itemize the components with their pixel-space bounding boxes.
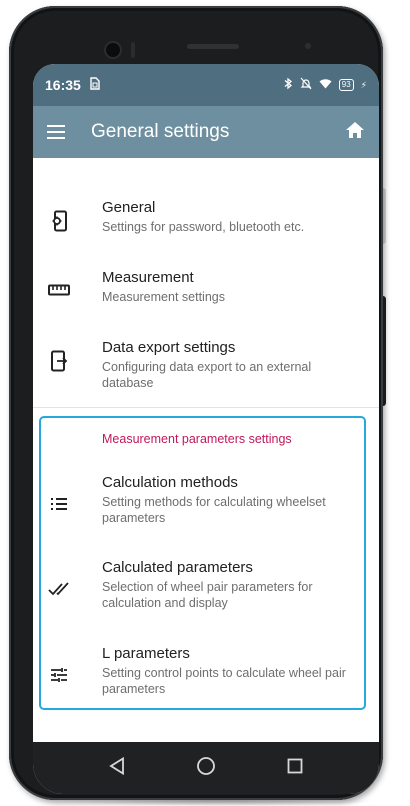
list-item-data-export[interactable]: Data export settings Configuring data ex… — [33, 338, 379, 408]
settings-export-icon — [47, 209, 71, 233]
item-subtitle: Measurement settings — [102, 290, 225, 304]
item-subtitle: Selection of wheel pair parameters for c… — [102, 580, 313, 610]
list-item-general[interactable]: General Settings for password, bluetooth… — [33, 198, 379, 258]
double-check-icon — [47, 577, 71, 601]
phone-export-icon — [47, 349, 71, 373]
list-item-l-parameters[interactable]: L parameters Setting control points to c… — [33, 644, 379, 708]
ruler-icon — [47, 278, 71, 302]
recents-icon[interactable] — [287, 758, 303, 779]
app-bar: General settings — [33, 106, 379, 158]
item-title: Calculated parameters — [102, 559, 253, 576]
page-title: General settings — [91, 121, 230, 142]
item-text: Measurement Measurement settings — [102, 268, 359, 305]
list-item-calculation-methods[interactable]: Calculation methods Setting methods for … — [33, 473, 379, 537]
system-nav-bar — [33, 742, 379, 794]
home-circle-icon[interactable] — [196, 756, 216, 781]
front-camera — [106, 43, 120, 57]
item-text: L parameters Setting control points to c… — [102, 644, 359, 697]
item-subtitle: Settings for password, bluetooth etc. — [102, 220, 305, 234]
item-text: Data export settings Configuring data ex… — [102, 338, 359, 391]
screen: 16:35 93 ⚡ General settings General Sett… — [33, 64, 379, 794]
menu-icon[interactable] — [47, 125, 65, 139]
wifi-icon — [319, 78, 332, 92]
bell-off-icon — [300, 77, 312, 93]
earpiece-speaker — [187, 44, 239, 49]
item-subtitle: Configuring data export to an external d… — [102, 360, 312, 390]
camera-sensor — [131, 42, 135, 58]
list-item-measurement[interactable]: Measurement Measurement settings — [33, 268, 379, 328]
item-text: Calculated parameters Selection of wheel… — [102, 558, 359, 611]
item-subtitle: Setting control points to calculate whee… — [102, 666, 346, 696]
back-icon[interactable] — [108, 756, 125, 780]
list-icon — [47, 492, 71, 516]
status-icons: 93 ⚡ — [284, 77, 367, 93]
item-text: General Settings for password, bluetooth… — [102, 198, 359, 235]
bluetooth-icon — [284, 77, 293, 93]
sim-icon — [89, 77, 100, 93]
home-icon[interactable] — [345, 121, 365, 144]
section-header: Measurement parameters settings — [102, 432, 292, 446]
status-time: 16:35 — [45, 77, 81, 93]
item-title: L parameters — [102, 645, 190, 662]
item-title: Calculation methods — [102, 474, 238, 491]
item-title: Data export settings — [102, 339, 236, 356]
item-title: Measurement — [102, 269, 194, 286]
phone-frame: 16:35 93 ⚡ General settings General Sett… — [9, 6, 383, 800]
item-subtitle: Setting methods for calculating wheelset… — [102, 495, 326, 525]
status-bar: 16:35 93 ⚡ — [33, 64, 379, 106]
item-title: General — [102, 199, 156, 216]
charging-icon: ⚡ — [360, 79, 367, 90]
item-text: Calculation methods Setting methods for … — [102, 473, 359, 526]
list-item-calculated-parameters[interactable]: Calculated parameters Selection of wheel… — [33, 558, 379, 622]
battery-indicator: 93 — [338, 79, 354, 91]
section-divider — [33, 407, 379, 408]
proximity-sensor — [305, 43, 311, 49]
tune-icon — [47, 663, 71, 687]
